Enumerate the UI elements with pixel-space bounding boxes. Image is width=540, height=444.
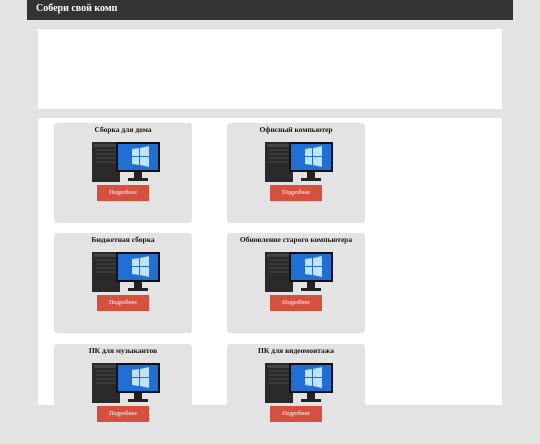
product-card: Обновление старого компьютера Подробнее bbox=[227, 233, 365, 333]
details-button[interactable]: Подробнее bbox=[270, 185, 322, 201]
desktop-pc-image bbox=[265, 252, 333, 292]
product-card: Бюджетная сборка Подробнее bbox=[54, 233, 192, 333]
details-button[interactable]: Подробнее bbox=[97, 295, 149, 311]
details-button[interactable]: Подробнее bbox=[97, 185, 149, 201]
site-header: Собери свой комп bbox=[27, 0, 513, 20]
desktop-pc-image bbox=[265, 142, 333, 182]
product-title: Обновление старого компьютера bbox=[239, 235, 353, 244]
desktop-pc-image bbox=[265, 363, 333, 403]
banner-area bbox=[38, 29, 502, 109]
site-title[interactable]: Собери свой комп bbox=[36, 3, 117, 15]
product-grid: Сборка для дома Подробнее Офисный компью… bbox=[38, 118, 502, 444]
desktop-pc-image bbox=[92, 252, 160, 292]
product-card: Сборка для дома Подробнее bbox=[54, 123, 192, 223]
product-title: ПК для видеомонтажа bbox=[258, 346, 334, 355]
product-title: Сборка для дома bbox=[94, 125, 152, 134]
product-title: ПК для музыкантов bbox=[88, 346, 158, 355]
product-title: Бюджетная сборка bbox=[91, 235, 155, 244]
details-button[interactable]: Подробнее bbox=[97, 406, 149, 422]
desktop-pc-image bbox=[92, 363, 160, 403]
details-button[interactable]: Подробнее bbox=[270, 295, 322, 311]
details-button[interactable]: Подробнее bbox=[270, 406, 322, 422]
product-card: ПК для видеомонтажа Подробнее bbox=[227, 344, 365, 444]
desktop-pc-image bbox=[92, 142, 160, 182]
product-card: Офисный компьютер Подробнее bbox=[227, 123, 365, 223]
product-title: Офисный компьютер bbox=[259, 125, 333, 134]
product-card: ПК для музыкантов Подробнее bbox=[54, 344, 192, 444]
